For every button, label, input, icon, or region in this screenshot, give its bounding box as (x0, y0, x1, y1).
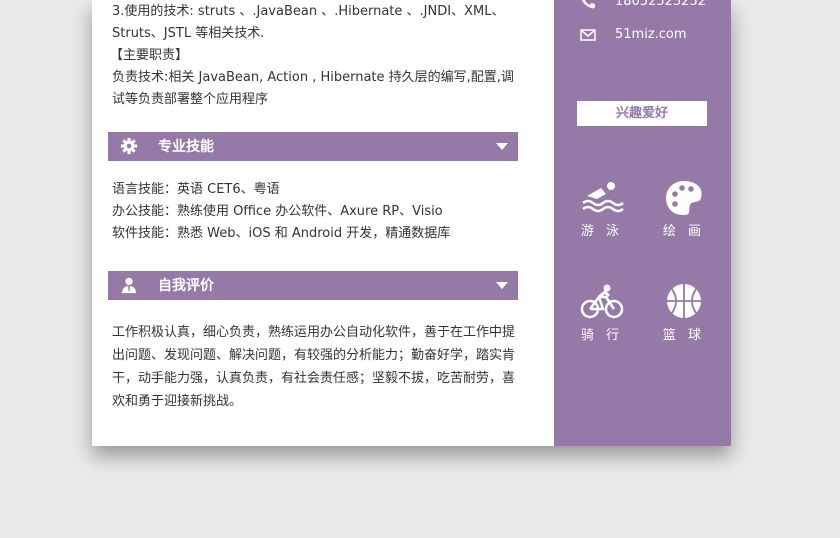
self-eval-section-header[interactable]: 自我评价 (108, 271, 518, 300)
hobby-label: 篮 球 (662, 328, 706, 343)
skill-software: 软件技能：熟悉 Web、iOS 和 Android 开发，精通数据库 (112, 226, 451, 241)
hobby-label: 游 泳 (580, 224, 624, 239)
phone-row: 18052525252 (580, 0, 706, 11)
hobby-swimming: 游 泳 (567, 178, 637, 240)
skill-office: 办公技能：熟练使用 Office 办公软件、Axure RP、Visio (112, 204, 443, 219)
chevron-down-icon[interactable] (496, 143, 508, 150)
person-icon (121, 277, 137, 294)
phone-number: 18052525252 (615, 0, 706, 9)
chevron-down-icon[interactable] (496, 282, 508, 289)
basketball-icon (667, 284, 701, 318)
skill-language: 语言技能：英语 CET6、粤语 (112, 182, 280, 197)
duty-heading: 【主要职责】 (110, 48, 189, 63)
self-eval-line-4: 欢和勇于迎接新挑战。 (112, 394, 243, 409)
hobby-label: 骑 行 (580, 328, 624, 343)
gear-icon (120, 137, 138, 155)
tech-line-2: Struts、JSTL 等相关技术. (112, 26, 265, 41)
hobby-basketball: 篮 球 (649, 282, 719, 344)
tech-line-1: 3.使用的技术: struts 、.JavaBean 、.Hibernate 、… (112, 4, 505, 19)
hobby-painting: 绘 画 (649, 178, 719, 240)
palette-icon (666, 181, 702, 215)
phone-icon (581, 0, 595, 9)
duty-line-1: 负责技术:相关 JavaBean, Action , Hibernate 持久层… (112, 70, 514, 85)
email-address: 51miz.com (615, 27, 687, 42)
self-eval-line-2: 出问题、发现问题、解决问题，有较强的分析能力；勤奋好学，踏实肯 (112, 348, 516, 363)
email-row: 51miz.com (580, 27, 687, 44)
duty-line-2: 试等负责部署整个应用程序 (112, 92, 269, 107)
self-eval-line-1: 工作积极认真，细心负责，熟练运用办公自动化软件，善于在工作中提 (112, 325, 516, 340)
self-eval-title: 自我评价 (158, 278, 214, 294)
skills-section-header[interactable]: 专业技能 (108, 132, 518, 161)
hobbies-title: 兴趣爱好 (577, 101, 707, 126)
mail-icon (580, 29, 596, 41)
hobby-cycling: 骑 行 (567, 282, 637, 344)
cycling-icon (580, 284, 624, 319)
hobby-label: 绘 画 (662, 224, 706, 239)
self-eval-line-3: 干，动手能力强，认真负责，有社会责任感；坚毅不拔，吃苦耐劳，喜 (112, 371, 516, 386)
skills-title: 专业技能 (158, 139, 214, 155)
swimming-icon (582, 182, 624, 213)
